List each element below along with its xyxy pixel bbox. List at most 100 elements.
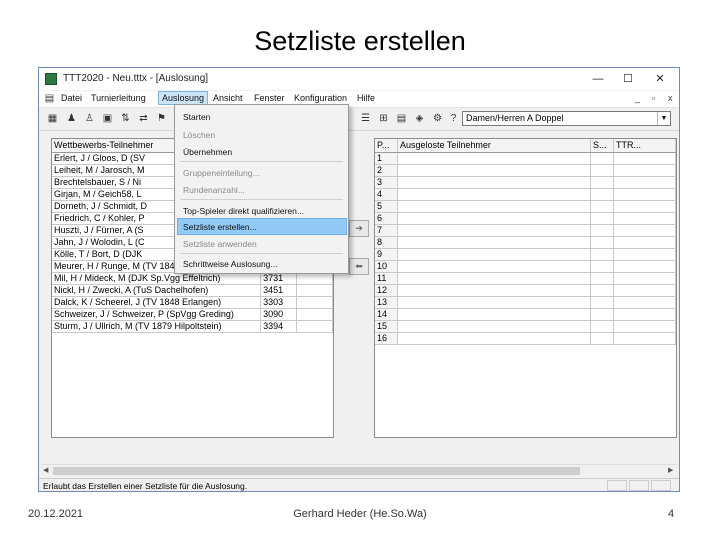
- table-row[interactable]: 4: [375, 188, 676, 201]
- drawn-participants-table[interactable]: P... Ausgeloste Teilnehmer S... TTR... 1…: [374, 138, 677, 438]
- footer-author: Gerhard Heder (He.So.Wa): [293, 508, 427, 520]
- save-icon[interactable]: ▦: [46, 112, 59, 125]
- menu-item-uebernehmen[interactable]: Übernehmen: [183, 147, 232, 157]
- scroll-right-icon[interactable]: ▶: [668, 466, 673, 474]
- sort-icon[interactable]: ⇅: [119, 112, 132, 125]
- close-button[interactable]: ✕: [646, 70, 674, 88]
- column-header[interactable]: Ausgeloste Teilnehmer: [397, 139, 591, 153]
- table-cell: [613, 224, 676, 237]
- table-row[interactable]: 9: [375, 248, 676, 261]
- grid-icon[interactable]: ▤: [395, 112, 408, 125]
- scrollbar-thumb[interactable]: [53, 467, 580, 475]
- menu-ansicht[interactable]: Ansicht: [213, 93, 243, 103]
- menu-item-loeschen[interactable]: Löschen: [183, 130, 215, 140]
- position-cell: 7: [375, 224, 398, 237]
- swap-icon[interactable]: ⇄: [137, 112, 150, 125]
- table-cell: [590, 308, 614, 321]
- auslosung-dropdown-menu: Starten Löschen Übernehmen Gruppeneintei…: [174, 104, 349, 274]
- table-cell: [613, 308, 676, 321]
- help-icon[interactable]: ?: [447, 112, 460, 125]
- table-cell: [590, 188, 614, 201]
- table-row[interactable]: 7: [375, 224, 676, 237]
- flag-icon[interactable]: ⚑: [155, 112, 168, 125]
- table-row[interactable]: 8: [375, 236, 676, 249]
- menu-item-starten[interactable]: Starten: [183, 112, 210, 122]
- column-header[interactable]: S...: [590, 139, 614, 153]
- menu-hilfe[interactable]: Hilfe: [357, 93, 375, 103]
- tree-icon[interactable]: ⊞: [377, 112, 390, 125]
- table-cell: Sturm, J / Ullrich, M (TV 1879 Hilpoltst…: [52, 320, 262, 333]
- menu-konfiguration[interactable]: Konfiguration: [294, 93, 347, 103]
- app-icon: [45, 73, 57, 85]
- list-icon[interactable]: ☰: [359, 112, 372, 125]
- move-left-button[interactable]: ⬅: [349, 258, 369, 275]
- table-row[interactable]: 6: [375, 212, 676, 225]
- table-cell: [590, 236, 614, 249]
- menu-item-gruppeneinteilung[interactable]: Gruppeneinteilung...: [183, 168, 260, 178]
- menu-item-setzliste-erstellen[interactable]: Setzliste erstellen...: [183, 222, 257, 232]
- form-icon[interactable]: ▣: [101, 112, 114, 125]
- table-row[interactable]: 2: [375, 164, 676, 177]
- competition-select[interactable]: Damen/Herren A Doppel ▼: [462, 111, 671, 126]
- status-pane: [651, 480, 671, 491]
- move-right-button[interactable]: ➔: [349, 220, 369, 237]
- table-row[interactable]: 1: [375, 152, 676, 165]
- mdi-minimize-button[interactable]: _: [635, 93, 640, 103]
- menu-datei[interactable]: Datei: [61, 93, 82, 103]
- mdi-doc-icon[interactable]: ▤: [43, 92, 56, 105]
- status-bar: Erlaubt das Erstellen einer Setzliste fü…: [39, 478, 679, 491]
- menu-item-schrittweise-auslosung[interactable]: Schrittweise Auslosung...: [183, 259, 278, 269]
- table-row[interactable]: 11: [375, 272, 676, 285]
- table-row[interactable]: Dalck, K / Scheerel, J (TV 1848 Erlangen…: [52, 296, 333, 309]
- mdi-close-button[interactable]: x: [668, 93, 673, 103]
- table-cell: Mil, H / Mideck, M (DJK Sp.Vgg Effeltric…: [52, 272, 262, 285]
- menu-turnierleitung[interactable]: Turnierleitung: [91, 93, 146, 103]
- status-pane: [607, 480, 627, 491]
- table-cell: [590, 320, 614, 333]
- position-cell: 9: [375, 248, 398, 261]
- table-cell: [397, 320, 591, 333]
- table-cell: [397, 212, 591, 225]
- competition-select-value: Damen/Herren A Doppel: [466, 113, 564, 123]
- mdi-restore-button[interactable]: ▫: [652, 93, 655, 103]
- maximize-button[interactable]: ☐: [614, 70, 642, 88]
- person-icon[interactable]: ♙: [83, 112, 96, 125]
- chevron-down-icon[interactable]: ▼: [657, 112, 670, 125]
- table-row[interactable]: 5: [375, 200, 676, 213]
- table-cell: [613, 152, 676, 165]
- table-cell: [613, 296, 676, 309]
- table-row[interactable]: 14: [375, 308, 676, 321]
- table-row[interactable]: 3: [375, 176, 676, 189]
- table-row[interactable]: 13: [375, 296, 676, 309]
- people-icon[interactable]: ♟: [65, 112, 78, 125]
- table-row[interactable]: 10: [375, 260, 676, 273]
- table-cell: [397, 248, 591, 261]
- table-row[interactable]: 16: [375, 332, 676, 345]
- table-cell: [613, 284, 676, 297]
- horizontal-scrollbar[interactable]: ◀ ▶: [41, 464, 677, 477]
- position-cell: 6: [375, 212, 398, 225]
- gear-icon[interactable]: ⚙: [431, 112, 444, 125]
- menu-item-top-spieler[interactable]: Top-Spieler direkt qualifizieren...: [183, 206, 304, 216]
- menu-item-rundenanzahl[interactable]: Rundenanzahl...: [183, 185, 245, 195]
- table-row[interactable]: 15: [375, 320, 676, 333]
- table-row[interactable]: Mil, H / Mideck, M (DJK Sp.Vgg Effeltric…: [52, 272, 333, 285]
- table-cell: Nickl, H / Zwecki, A (TuS Dachelhofen): [52, 284, 262, 297]
- table-row[interactable]: Nickl, H / Zwecki, A (TuS Dachelhofen) 34…: [52, 284, 333, 297]
- menu-item-setzliste-anwenden[interactable]: Setzliste anwenden: [183, 239, 257, 249]
- table-row[interactable]: Sturm, J / Ullrich, M (TV 1879 Hilpoltst…: [52, 320, 333, 333]
- column-header[interactable]: P...: [375, 139, 398, 153]
- table-cell: Schweizer, J / Schweizer, P (SpVgg Gredi…: [52, 308, 262, 321]
- menu-separator: [180, 253, 343, 254]
- column-header[interactable]: TTR...: [613, 139, 676, 153]
- menu-fenster[interactable]: Fenster: [254, 93, 285, 103]
- position-cell: 15: [375, 320, 398, 333]
- book-icon[interactable]: ◈: [413, 112, 426, 125]
- table-cell: [590, 200, 614, 213]
- table-cell: [590, 248, 614, 261]
- table-row[interactable]: 12: [375, 284, 676, 297]
- scroll-left-icon[interactable]: ◀: [43, 466, 48, 474]
- minimize-button[interactable]: —: [584, 70, 612, 88]
- table-row[interactable]: Schweizer, J / Schweizer, P (SpVgg Gredi…: [52, 308, 333, 321]
- menu-auslosung[interactable]: Auslosung: [158, 91, 209, 105]
